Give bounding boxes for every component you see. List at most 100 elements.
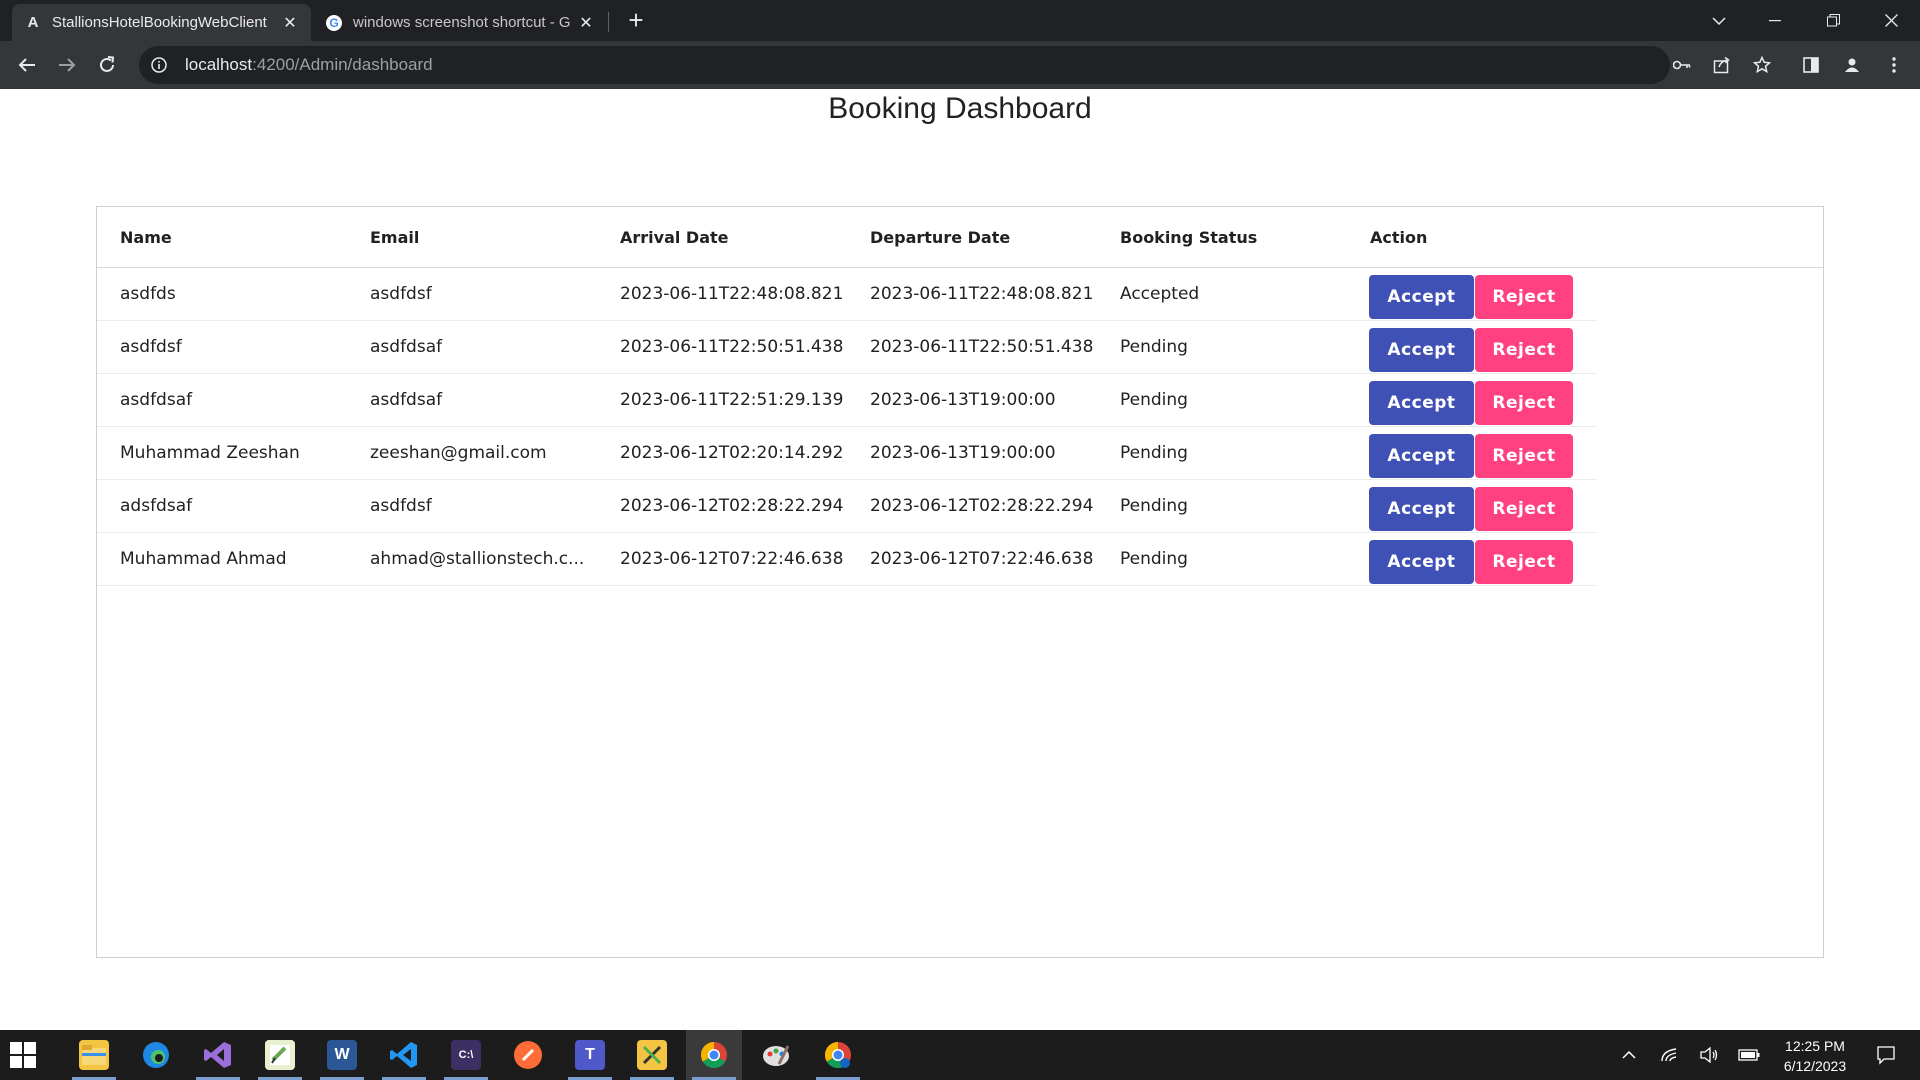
column-header-departure-date[interactable]: Departure Date	[870, 207, 1010, 268]
accept-button[interactable]: Accept	[1369, 328, 1474, 372]
accept-button[interactable]: Accept	[1369, 487, 1474, 531]
file-explorer-icon[interactable]	[66, 1030, 122, 1080]
cell-booking-status: Accepted	[1120, 284, 1200, 304]
cell-name: asdfdsf	[120, 337, 182, 357]
show-hidden-icons-chevron-icon[interactable]	[1614, 1030, 1644, 1080]
cell-arrival-date: 2023-06-12T02:20:14.292	[620, 443, 844, 463]
reject-button[interactable]: Reject	[1475, 540, 1573, 584]
table-row: asdfdsf asdfdsaf 2023-06-11T22:50:51.438…	[97, 321, 1597, 374]
cell-booking-status: Pending	[1120, 337, 1188, 357]
site-info-icon[interactable]	[149, 55, 169, 75]
column-header-arrival-date[interactable]: Arrival Date	[620, 207, 729, 268]
tab-title: StallionsHotelBookingWebClient	[52, 14, 267, 31]
chrome-profile-icon[interactable]	[810, 1030, 866, 1080]
cell-booking-status: Pending	[1120, 390, 1188, 410]
windows-taskbar: W C:\ T 12:25 PM 6/12/2023	[0, 1030, 1920, 1080]
accept-button[interactable]: Accept	[1369, 540, 1474, 584]
accept-button[interactable]: Accept	[1369, 434, 1474, 478]
close-window-button[interactable]	[1868, 0, 1914, 41]
key-icon[interactable]	[1666, 49, 1698, 81]
cell-arrival-date: 2023-06-11T22:50:51.438	[620, 337, 844, 357]
cell-email: asdfdsaf	[370, 390, 443, 410]
cell-email: asdfdsaf	[370, 337, 443, 357]
bookings-table: Name Email Arrival Date Departure Date B…	[96, 206, 1824, 958]
back-arrow-icon[interactable]	[11, 49, 43, 81]
edge-icon[interactable]	[128, 1030, 184, 1080]
teams-icon[interactable]: T	[562, 1030, 618, 1080]
cell-name: Muhammad Ahmad	[120, 549, 287, 569]
tab-title: windows screenshot shortcut - G	[353, 14, 571, 31]
url-path: :4200/Admin/dashboard	[252, 55, 433, 74]
forward-arrow-icon[interactable]	[51, 49, 83, 81]
reject-button[interactable]: Reject	[1475, 487, 1573, 531]
url-host: localhost	[185, 55, 253, 74]
chrome-icon[interactable]	[686, 1030, 742, 1080]
notifications-icon[interactable]	[1866, 1030, 1906, 1080]
postman-icon[interactable]	[500, 1030, 556, 1080]
table-row: Muhammad Ahmad ahmad@stallionstech.c... …	[97, 533, 1597, 586]
accept-button[interactable]: Accept	[1369, 275, 1474, 319]
cell-name: asdfdsaf	[120, 390, 193, 410]
tab-windows-screenshot[interactable]: G windows screenshot shortcut - G ✕	[313, 4, 607, 41]
table-header: Name Email Arrival Date Departure Date B…	[97, 207, 1823, 268]
cell-booking-status: Pending	[1120, 549, 1188, 569]
minimize-button[interactable]	[1752, 0, 1798, 41]
battery-icon[interactable]	[1734, 1030, 1764, 1080]
restore-button[interactable]	[1810, 0, 1856, 41]
reload-icon[interactable]	[91, 49, 123, 81]
volume-icon[interactable]	[1694, 1030, 1724, 1080]
table-row: Muhammad Zeeshan zeeshan@gmail.com 2023-…	[97, 427, 1597, 480]
visual-studio-icon[interactable]	[190, 1030, 246, 1080]
tab-stallions-hotel[interactable]: A StallionsHotelBookingWebClient ✕	[12, 4, 311, 41]
side-panel-icon[interactable]	[1795, 49, 1827, 81]
close-tab-icon[interactable]: ✕	[577, 13, 595, 33]
more-menu-icon[interactable]	[1878, 49, 1910, 81]
google-icon: G	[325, 14, 343, 32]
notepad-plus-icon[interactable]	[252, 1030, 308, 1080]
sticky-tools-icon[interactable]	[624, 1030, 680, 1080]
cell-email: ahmad@stallionstech.c...	[370, 549, 585, 569]
table-row: asdfds asdfdsf 2023-06-11T22:48:08.821 2…	[97, 268, 1597, 321]
cell-departure-date: 2023-06-12T07:22:46.638	[870, 549, 1094, 569]
column-header-booking-status[interactable]: Booking Status	[1120, 207, 1257, 268]
cell-departure-date: 2023-06-13T19:00:00	[870, 390, 1056, 410]
cell-departure-date: 2023-06-12T02:28:22.294	[870, 496, 1094, 516]
cell-email: asdfdsf	[370, 284, 432, 304]
clock-date: 6/12/2023	[1783, 1058, 1847, 1074]
svg-text:G: G	[329, 16, 338, 30]
windows-start-icon[interactable]	[10, 1042, 36, 1068]
page-title: Booking Dashboard	[828, 92, 1092, 125]
cell-departure-date: 2023-06-11T22:50:51.438	[870, 337, 1094, 357]
word-icon[interactable]: W	[314, 1030, 370, 1080]
cell-arrival-date: 2023-06-12T07:22:46.638	[620, 549, 844, 569]
clock-time: 12:25 PM	[1785, 1038, 1845, 1054]
vscode-icon[interactable]	[376, 1030, 432, 1080]
reject-button[interactable]: Reject	[1475, 381, 1573, 425]
cell-booking-status: Pending	[1120, 443, 1188, 463]
network-icon[interactable]	[1654, 1030, 1684, 1080]
reject-button[interactable]: Reject	[1475, 328, 1573, 372]
accept-button[interactable]: Accept	[1369, 381, 1474, 425]
reject-button[interactable]: Reject	[1475, 275, 1573, 319]
cell-arrival-date: 2023-06-11T22:48:08.821	[620, 284, 844, 304]
terminal-icon[interactable]: C:\	[438, 1030, 494, 1080]
share-icon[interactable]	[1706, 49, 1738, 81]
cell-name: adsfdsaf	[120, 496, 193, 516]
browser-tab-strip: A StallionsHotelBookingWebClient ✕ G win…	[0, 0, 1920, 41]
cell-arrival-date: 2023-06-12T02:28:22.294	[620, 496, 844, 516]
column-header-email[interactable]: Email	[370, 207, 419, 268]
new-tab-button[interactable]: +	[622, 6, 650, 34]
paint-icon[interactable]	[748, 1030, 804, 1080]
tab-search-icon[interactable]	[1696, 0, 1742, 41]
bookmark-star-icon[interactable]	[1746, 49, 1778, 81]
profile-icon[interactable]	[1836, 49, 1868, 81]
page-content: Booking Dashboard Name Email Arrival Dat…	[0, 89, 1920, 1030]
table-row: asdfdsaf asdfdsaf 2023-06-11T22:51:29.13…	[97, 374, 1597, 427]
reject-button[interactable]: Reject	[1475, 434, 1573, 478]
close-tab-icon[interactable]: ✕	[281, 13, 299, 33]
column-header-name[interactable]: Name	[120, 207, 172, 268]
column-header-action: Action	[1370, 228, 1428, 247]
address-bar[interactable]: localhost:4200/Admin/dashboard	[139, 46, 1670, 84]
cell-departure-date: 2023-06-11T22:48:08.821	[870, 284, 1094, 304]
system-clock[interactable]: 12:25 PM 6/12/2023	[1765, 1036, 1865, 1076]
